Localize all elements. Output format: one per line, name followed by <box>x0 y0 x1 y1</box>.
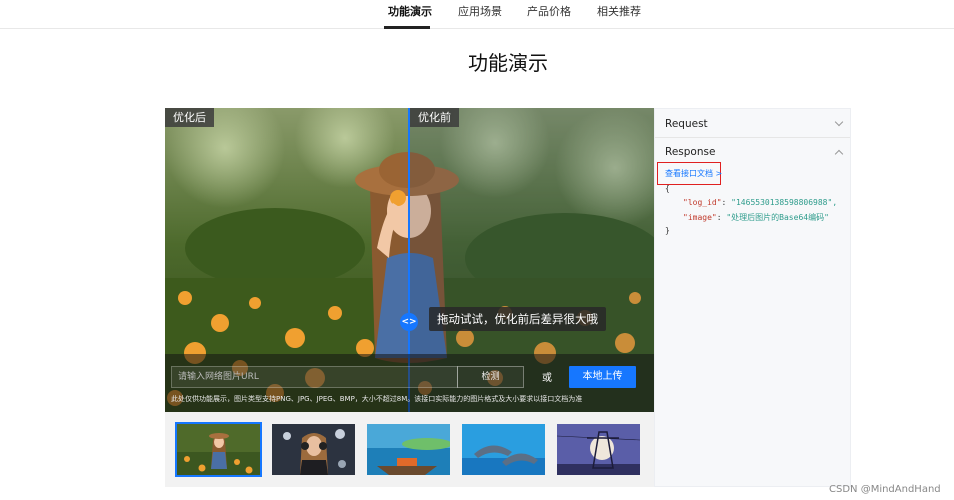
tab-recommend[interactable]: 相关推荐 <box>597 5 641 29</box>
api-doc-link[interactable]: 查看接口文档 > <box>665 168 722 179</box>
detect-button[interactable]: 检测 <box>457 366 524 388</box>
code-close-brace: } <box>665 226 670 235</box>
compare-drag-handle[interactable]: <> <box>400 313 418 331</box>
drag-hint: 拖动试试，优化前后差异很大哦 <box>429 307 606 331</box>
tag-after: 优化后 <box>165 108 214 127</box>
format-notice: 此处仅供功能展示，图片类型支持PNG、JPG、JPEG、BMP，大小不超过8M。… <box>171 395 583 403</box>
chevron-up-icon[interactable] <box>834 149 844 159</box>
code-line-log-id: "log_id": "1465530138598806988", <box>683 198 838 207</box>
image-url-input[interactable] <box>171 366 458 388</box>
chevron-down-icon[interactable] <box>834 117 844 127</box>
watermark: CSDN @MindAndHand <box>829 484 941 495</box>
thumbnail-power-tower[interactable] <box>557 424 640 475</box>
thumbnail-boat[interactable] <box>367 424 450 475</box>
or-label: 或 <box>542 373 552 384</box>
code-val-image: "处理后图片的Base64编码" <box>726 213 829 222</box>
active-tab-indicator <box>384 26 430 29</box>
panel-divider <box>655 137 850 138</box>
code-val-log-id: "1465530138598806988", <box>731 198 838 207</box>
upload-bar: 检测 或 本地上传 此处仅供功能展示，图片类型支持PNG、JPG、JPEG、BM… <box>165 354 654 412</box>
api-panel: Request Response 查看接口文档 > { "log_id": "1… <box>654 108 851 487</box>
tab-pricing[interactable]: 产品价格 <box>527 5 571 29</box>
code-key-log-id: "log_id" <box>683 198 722 207</box>
thumbnail-strip <box>165 412 654 487</box>
code-line-image: "image": "处理后图片的Base64编码" <box>683 213 829 222</box>
page-title: 功能演示 <box>468 51 548 75</box>
thumbnail-girl-headphones[interactable] <box>272 424 355 475</box>
thumbnail-girl-flowers[interactable] <box>175 422 262 477</box>
tag-before: 优化前 <box>410 108 459 127</box>
code-open-brace: { <box>665 184 670 193</box>
code-key-image: "image" <box>683 213 717 222</box>
response-header[interactable]: Response <box>665 146 715 158</box>
top-nav: 功能演示 应用场景 产品价格 相关推荐 <box>0 0 954 29</box>
thumbnail-dolphins[interactable] <box>462 424 545 475</box>
demo-compare-image[interactable]: 优化后 优化前 <> 拖动试试，优化前后差异很大哦 检测 或 本地上传 此处仅供… <box>165 108 654 412</box>
request-header[interactable]: Request <box>665 118 708 130</box>
local-upload-button[interactable]: 本地上传 <box>569 366 636 388</box>
tab-scenarios[interactable]: 应用场景 <box>458 5 502 29</box>
